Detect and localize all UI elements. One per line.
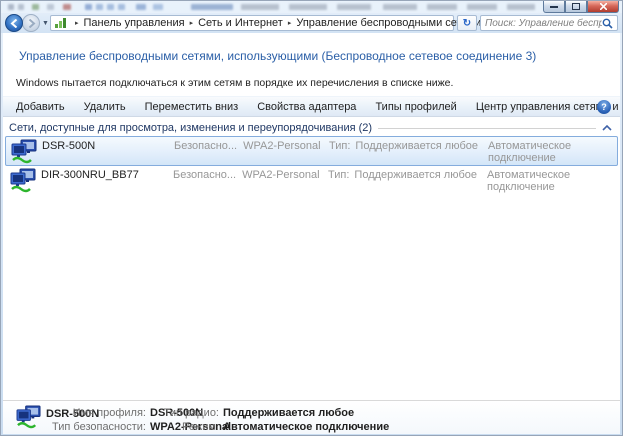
wireless-network-icon	[10, 168, 37, 193]
network-connection-mode: Автоматическое подключение	[487, 169, 618, 193]
move-down-button[interactable]: Переместить вниз	[145, 101, 239, 113]
network-page-icon	[55, 18, 67, 28]
manage-wireless-networks-window: ▼ ▸ Панель управления ▸ Сеть и Интернет …	[0, 0, 623, 436]
command-toolbar: Добавить Удалить Переместить вниз Свойст…	[3, 96, 620, 117]
breadcrumb-separator-icon[interactable]: ▸	[190, 19, 194, 27]
refresh-button[interactable]: ↻	[457, 15, 477, 31]
close-icon	[600, 3, 607, 10]
minimize-button[interactable]	[543, 1, 565, 13]
window-titlebar	[1, 1, 622, 13]
network-security: Безопасно...WPA2-Personal	[173, 169, 320, 181]
address-bar: ▼ ▸ Панель управления ▸ Сеть и Интернет …	[1, 13, 622, 33]
search-placeholder: Поиск: Управление беспроводными ...	[485, 18, 602, 29]
network-name: DSR-500N	[42, 140, 95, 152]
network-type: Тип:Поддерживается любое	[328, 169, 477, 181]
radio-type-label: Тип радио:	[153, 407, 219, 419]
recent-pages-dropdown-icon[interactable]: ▼	[42, 20, 49, 27]
network-type: Тип:Поддерживается любое	[329, 140, 478, 152]
wireless-network-icon	[11, 139, 38, 164]
profile-types-button[interactable]: Типы профилей	[375, 101, 456, 113]
breadcrumb-network-internet[interactable]: Сеть и Интернет	[198, 17, 283, 29]
back-button[interactable]	[5, 14, 23, 32]
network-row-dir-300nru[interactable]: DIR-300NRU_BB77 Безопасно...WPA2-Persona…	[5, 166, 618, 196]
breadcrumb-separator-icon[interactable]: ▸	[288, 19, 292, 27]
blurred-toolbar-artifacts	[1, 1, 622, 13]
page-title: Управление беспроводными сетями, использ…	[19, 49, 536, 63]
network-connection-mode: Автоматическое подключение	[488, 140, 617, 164]
security-type-label: Тип безопасности:	[43, 421, 146, 433]
network-security: Безопасно...WPA2-Personal	[174, 140, 321, 152]
collapse-group-icon[interactable]	[602, 125, 612, 131]
page-description: Windows пытается подключаться к этим сет…	[16, 77, 453, 89]
list-group-header: Сети, доступные для просмотра, изменения…	[3, 121, 620, 135]
mode-label: Режим:	[153, 421, 219, 433]
mode-value: Автоматическое подключение	[223, 421, 389, 433]
details-pane: DSR-500N Имя профиля: DSR-500N Тип безоп…	[3, 400, 620, 434]
breadcrumb-manage-wireless[interactable]: Управление беспроводными сетями	[296, 17, 481, 29]
group-title: Сети, доступные для просмотра, изменения…	[9, 122, 372, 134]
content-area: Управление беспроводными сетями, использ…	[3, 33, 620, 433]
forward-button[interactable]	[22, 14, 40, 32]
network-list: DSR-500N Безопасно...WPA2-Personal Тип:П…	[3, 136, 620, 196]
add-button[interactable]: Добавить	[16, 101, 65, 113]
network-row-dsr-500n[interactable]: DSR-500N Безопасно...WPA2-Personal Тип:П…	[5, 136, 618, 166]
breadcrumb-field[interactable]: ▸ Панель управления ▸ Сеть и Интернет ▸ …	[50, 15, 454, 31]
close-button[interactable]	[587, 1, 619, 13]
search-icon[interactable]	[602, 18, 613, 29]
adapter-properties-button[interactable]: Свойства адаптера	[257, 101, 356, 113]
back-arrow-icon	[10, 19, 19, 28]
forward-arrow-icon	[27, 19, 36, 28]
network-name: DIR-300NRU_BB77	[41, 169, 139, 181]
radio-type-value: Поддерживается любое	[223, 407, 354, 419]
breadcrumb-separator-icon: ▸	[75, 19, 79, 27]
group-divider	[378, 128, 596, 129]
selected-network-icon	[16, 405, 42, 429]
refresh-icon: ↻	[463, 18, 471, 29]
search-box[interactable]: Поиск: Управление беспроводными ...	[480, 15, 618, 31]
remove-button[interactable]: Удалить	[84, 101, 126, 113]
window-controls	[543, 1, 619, 13]
maximize-button[interactable]	[565, 1, 587, 13]
breadcrumb-control-panel[interactable]: Панель управления	[84, 17, 185, 29]
minimize-icon	[550, 5, 558, 8]
help-icon[interactable]: ?	[597, 100, 611, 114]
profile-name-label: Имя профиля:	[43, 407, 146, 419]
restore-icon	[572, 3, 580, 10]
